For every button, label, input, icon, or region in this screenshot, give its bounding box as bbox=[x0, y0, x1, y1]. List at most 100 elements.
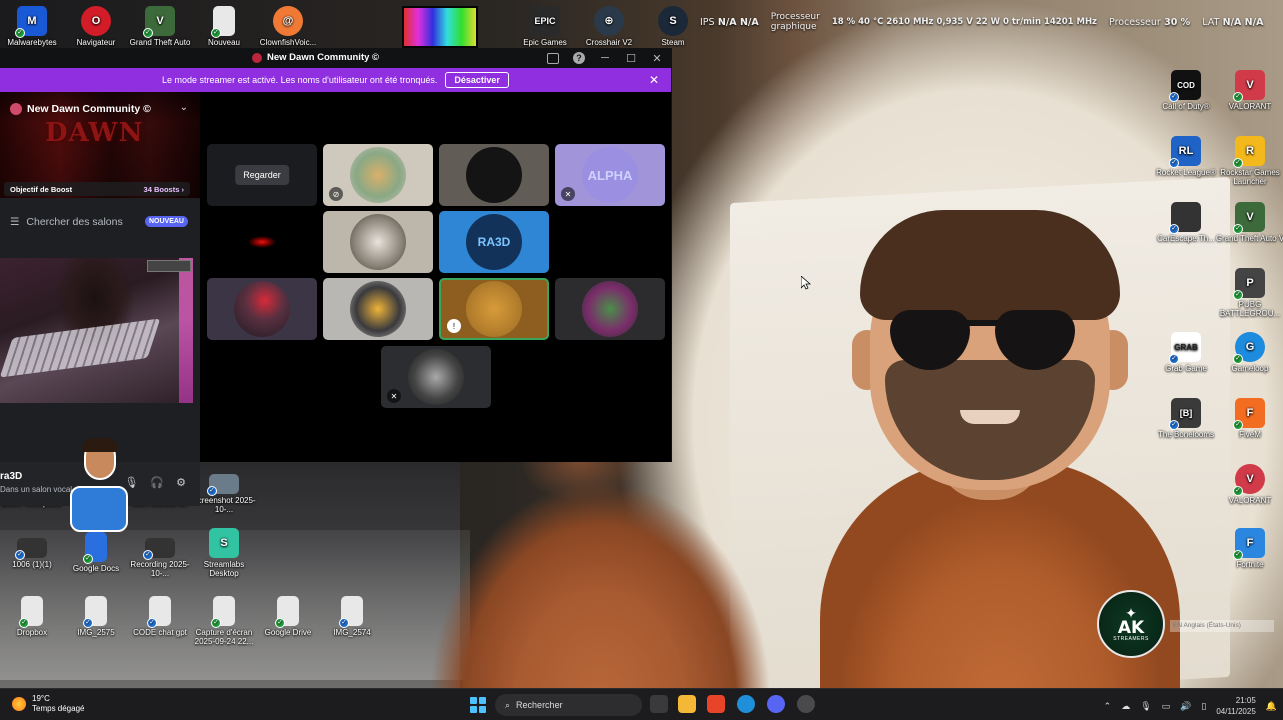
discord-titlebar[interactable]: New Dawn Community © ? ─ ☐ ✕ bbox=[0, 48, 671, 68]
desktop-icon-recording[interactable]: ✓ Recording 2025-10-... bbox=[125, 538, 195, 578]
notification-icon[interactable]: 🔔 bbox=[1266, 701, 1277, 712]
discord-taskbar-icon[interactable] bbox=[767, 695, 785, 713]
participant-tile-8[interactable] bbox=[323, 278, 433, 340]
channel-search[interactable]: ☰ Chercher des salons NOUVEAU bbox=[0, 210, 200, 234]
show-hidden-icons[interactable]: ⌃ bbox=[1104, 701, 1112, 712]
server-name: New Dawn Community © bbox=[27, 103, 151, 115]
edge-browser-icon[interactable] bbox=[737, 695, 755, 713]
keyboard-image bbox=[0, 318, 161, 378]
streamer-mode-message: Le mode streamer est activé. Les noms d'… bbox=[162, 75, 438, 85]
desktop-icon-epic-games[interactable]: EPIC Epic Games bbox=[510, 6, 580, 47]
weather-widget[interactable]: 19°C Temps dégagé bbox=[12, 694, 84, 714]
stream-tile[interactable]: Regarder bbox=[207, 144, 317, 206]
desktop-icon-rockstar[interactable]: R ✓ Rockstar Games Launcher bbox=[1215, 136, 1283, 186]
server-header[interactable]: New Dawn Community © ⌄ DAWN Objectif de … bbox=[0, 92, 200, 198]
desktop-icon-gta[interactable]: V ✓ Grand Theft Auto bbox=[125, 6, 195, 47]
close-window-button[interactable]: ✕ bbox=[649, 50, 665, 66]
chevron-down-icon[interactable]: ⌄ bbox=[180, 102, 188, 113]
boost-goal-bar[interactable]: Objectif de Boost 34 Boosts › bbox=[4, 182, 190, 196]
watch-stream-button[interactable]: Regarder bbox=[235, 165, 289, 185]
participant-avatar: RA3D bbox=[466, 214, 522, 270]
participant-avatar: ALPHA bbox=[582, 147, 638, 203]
desktop-icon-grab-game[interactable]: GRAB ✓ Grab Game bbox=[1151, 332, 1221, 373]
desktop-icon-steam[interactable]: S Steam bbox=[638, 6, 708, 47]
desktop-icon-code-chat-gpt[interactable]: ✓ CODE chat gpt bbox=[125, 596, 195, 637]
headphones-icon[interactable]: 🎧 bbox=[150, 476, 164, 489]
participant-tile-9-speaking[interactable]: ! bbox=[439, 278, 549, 340]
channel-list-icon: ☰ bbox=[10, 216, 20, 228]
desktop-icon-pubg[interactable]: P ✓ PUBG BATTLEGROU... bbox=[1215, 268, 1283, 318]
gpu-label-1: Processeur bbox=[770, 12, 820, 22]
weather-condition: Temps dégagé bbox=[32, 704, 85, 713]
participant-tile-2[interactable] bbox=[439, 144, 549, 206]
participant-avatar bbox=[466, 281, 522, 337]
maximize-button[interactable]: ☐ bbox=[623, 50, 639, 66]
participant-tile-4[interactable] bbox=[207, 211, 317, 273]
participant-tile-5[interactable] bbox=[323, 211, 433, 273]
gpu-stats: 18 % 40 °C 2610 MHz 0,935 V 22 W 0 tr/mi… bbox=[831, 17, 1098, 27]
participant-avatar bbox=[582, 281, 638, 337]
brave-browser-icon[interactable] bbox=[707, 695, 725, 713]
weather-sun-icon bbox=[12, 697, 26, 711]
streamer-sticker bbox=[70, 438, 128, 538]
participant-tile-7[interactable] bbox=[207, 278, 317, 340]
username: ra3D bbox=[0, 471, 23, 482]
settings-gear-icon[interactable]: ⚙ bbox=[176, 476, 186, 489]
participant-tile-11[interactable]: ✕ bbox=[381, 346, 491, 408]
windows-start-icon[interactable] bbox=[470, 697, 486, 713]
participant-tile-10[interactable] bbox=[555, 278, 665, 340]
close-banner-icon[interactable]: ✕ bbox=[649, 73, 659, 87]
settings-taskbar-icon[interactable] bbox=[797, 695, 815, 713]
discord-window[interactable]: New Dawn Community © ? ─ ☐ ✕ Le mode str… bbox=[0, 48, 672, 506]
desktop-icon-gta-v[interactable]: V ✓ Grand Theft Auto V bbox=[1215, 202, 1283, 243]
desktop-icon-bonelooms[interactable]: [B] ✓ The Bonelooms bbox=[1151, 398, 1221, 439]
cloud-icon[interactable]: ☁ bbox=[1121, 701, 1130, 712]
network-icon[interactable]: ▭ bbox=[1162, 701, 1171, 712]
participant-tile-1[interactable]: ⊘ bbox=[323, 144, 433, 206]
desktop-icon-google-drive[interactable]: ✓ Google Drive bbox=[253, 596, 323, 637]
taskbar-search[interactable]: ⌕ Rechercher bbox=[495, 694, 642, 716]
desktop-icon-dropbox[interactable]: ✓ Dropbox bbox=[0, 596, 67, 637]
clock[interactable]: 21:05 04/11/2025 bbox=[1216, 695, 1255, 717]
lat-value-1: N/A bbox=[1222, 16, 1242, 28]
desktop-icon-rocket-league[interactable]: RL ✓ Rocket League® bbox=[1151, 136, 1221, 177]
microphone-tray-icon[interactable]: 🎙 bbox=[1140, 701, 1151, 712]
desktop-icon-valorant[interactable]: V ✓ VALORANT bbox=[1215, 70, 1283, 111]
inbox-icon[interactable] bbox=[545, 50, 561, 66]
desktop-icon-fortnite[interactable]: F ✓ Fortnite bbox=[1215, 528, 1283, 569]
battery-icon[interactable]: ▯ bbox=[1201, 701, 1206, 712]
desktop-icon-img-2574[interactable]: ✓ IMG_2574 bbox=[317, 596, 387, 637]
desktop-icon-img-2575[interactable]: ✓ IMG_2575 bbox=[61, 596, 131, 637]
volume-icon[interactable]: 🔊 bbox=[1180, 701, 1191, 712]
desktop-icon-malwarebytes[interactable]: M ✓ Malwarebytes bbox=[0, 6, 67, 47]
participant-avatar bbox=[408, 349, 464, 405]
window-title: New Dawn Community © bbox=[267, 52, 380, 63]
file-explorer-icon[interactable] bbox=[678, 695, 696, 713]
pink-light bbox=[179, 258, 193, 403]
desktop-icon-valorant-2[interactable]: V ✓ VALORANT bbox=[1215, 464, 1283, 505]
participant-tile-3[interactable]: ALPHA ✕ bbox=[555, 144, 665, 206]
desktop-icon-capture[interactable]: ✓ Capture d'écran 2025-09-24 22... bbox=[189, 596, 259, 646]
desktop-icon-google-docs[interactable]: ✓ Google Docs bbox=[61, 532, 131, 573]
server-avatar-icon bbox=[10, 103, 22, 115]
desktop-icon-gameloop[interactable]: G ✓ Gameloop bbox=[1215, 332, 1283, 373]
participant-tile-6[interactable]: RA3D bbox=[439, 211, 549, 273]
desktop-icon-carescape[interactable]: ✓ CarEscape.Th... bbox=[1151, 202, 1221, 243]
minimize-button[interactable]: ─ bbox=[597, 50, 613, 66]
desktop-icon-call-of-duty[interactable]: COD ✓ Call of Duty® bbox=[1151, 70, 1221, 111]
help-icon[interactable]: ? bbox=[571, 50, 587, 66]
system-tray: ⌃ ☁ 🎙 ▭ 🔊 ▯ 21:05 04/11/2025 🔔 bbox=[1104, 695, 1277, 717]
task-view-icon[interactable] bbox=[650, 695, 668, 713]
clock-time: 21:05 bbox=[1235, 696, 1256, 705]
desktop-icon-streamlabs[interactable]: S Streamlabs Desktop bbox=[189, 528, 259, 578]
desktop-icon-nouveau[interactable]: ✓ Nouveau bbox=[189, 6, 259, 47]
desktop-icon-video-1006[interactable]: ✓ 1006 (1)(1) bbox=[0, 538, 67, 569]
color-picker-preview bbox=[402, 6, 478, 48]
stream-preview[interactable] bbox=[0, 258, 193, 403]
desktop-icon-crosshair[interactable]: ⊕ Crosshair V2 bbox=[574, 6, 644, 47]
deactivate-streamer-button[interactable]: Désactiver bbox=[445, 72, 509, 88]
desktop-icon-clownfish[interactable]: @ ClownfishVoic... bbox=[253, 6, 323, 47]
search-icon: ⌕ bbox=[505, 699, 511, 710]
desktop-icon-fivem[interactable]: F ✓ FiveM bbox=[1215, 398, 1283, 439]
desktop-icon-navigateur[interactable]: O Navigateur bbox=[61, 6, 131, 47]
